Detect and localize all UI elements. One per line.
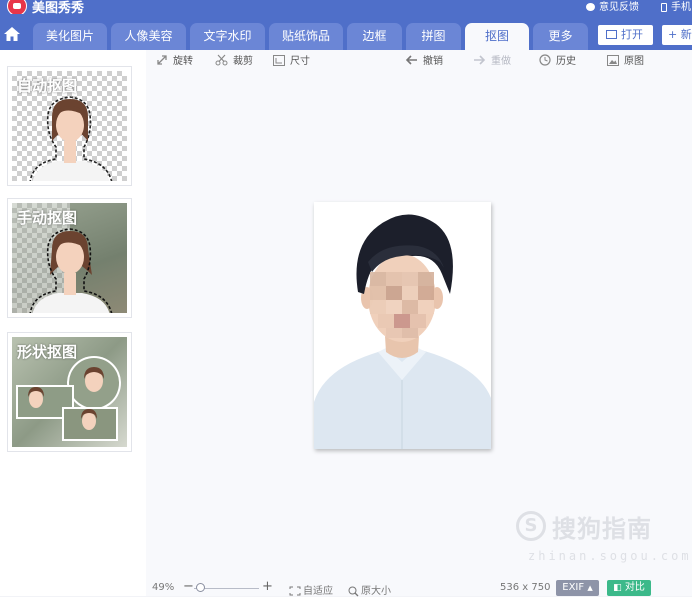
feedback-link[interactable]: 意见反馈: [586, 0, 639, 13]
watermark: S 搜狗指南 zhinan.sogou.com: [516, 509, 689, 569]
portrait-figure: [314, 214, 491, 449]
zoom-level: 49%: [152, 582, 175, 593]
history-label: 历史: [556, 56, 576, 67]
watermark-logo-icon: S: [516, 511, 546, 541]
shape-cutout-label: 形状抠图: [17, 343, 78, 361]
zoom-slider-handle[interactable]: [196, 583, 205, 592]
clock-icon: [539, 54, 551, 66]
compare-icon: ◧: [613, 583, 622, 593]
rotate-icon: [157, 55, 167, 65]
title-bar: 美图秀秀 意见反馈 手机: [0, 0, 692, 14]
picture-icon: [607, 54, 619, 66]
edit-toolbar: 旋转 裁剪 尺寸 撤销 重做 历史 原图: [146, 50, 692, 74]
original-label: 原图: [624, 56, 644, 67]
magnifier-icon: [348, 586, 359, 596]
phone-link[interactable]: 手机: [661, 0, 691, 13]
main-nav: 美化图片 人像美容 文字水印 贴纸饰品 边框 拼图 抠图 更多 打开 + 新: [0, 14, 692, 50]
actual-size-button[interactable]: 原大小: [348, 582, 391, 597]
resize-icon: [273, 54, 285, 66]
image-dimensions: 536 x 750: [500, 582, 551, 593]
caret-up-icon: ▲: [587, 584, 593, 592]
fit-label: 自适应: [303, 586, 333, 597]
fit-screen-icon: [289, 586, 301, 596]
tab-text-watermark[interactable]: 文字水印: [190, 23, 265, 50]
tab-beautify[interactable]: 美化图片: [33, 23, 107, 50]
manual-cutout-card[interactable]: 手动抠图: [7, 198, 132, 318]
chat-bubble-icon: [586, 3, 595, 11]
fit-button[interactable]: 自适应: [289, 582, 333, 597]
open-button[interactable]: 打开: [598, 25, 653, 45]
tab-frames[interactable]: 边框: [347, 23, 402, 50]
app-logo-icon: [7, 0, 27, 14]
size-button[interactable]: 尺寸: [273, 54, 310, 69]
undo-button[interactable]: 撤销: [405, 55, 443, 69]
redo-label: 重做: [491, 56, 511, 67]
home-icon[interactable]: [4, 27, 20, 41]
watermark-url: zhinan.sogou.com: [528, 549, 692, 563]
rotate-label: 旋转: [173, 56, 193, 67]
phone-label: 手机: [671, 2, 691, 13]
auto-cutout-thumbnail: 自动抠图: [12, 71, 127, 181]
tab-cutout[interactable]: 抠图: [465, 23, 529, 50]
tab-collage[interactable]: 拼图: [406, 23, 461, 50]
tab-more[interactable]: 更多: [533, 23, 588, 50]
compare-label: 对比: [624, 582, 645, 593]
crop-label: 裁剪: [233, 56, 253, 67]
shape-cutout-card[interactable]: 形状抠图: [7, 332, 132, 452]
open-label: 打开: [621, 28, 643, 41]
image-canvas[interactable]: S 搜狗指南 zhinan.sogou.com: [146, 74, 692, 576]
tab-stickers[interactable]: 贴纸饰品: [269, 23, 343, 50]
scissors-icon: [215, 54, 228, 66]
phone-icon: [661, 2, 667, 12]
manual-cutout-label: 手动抠图: [17, 209, 78, 227]
zoom-in-button[interactable]: +: [262, 579, 273, 594]
auto-cutout-label: 自动抠图: [17, 77, 78, 95]
new-button[interactable]: + 新: [662, 25, 692, 45]
feedback-label: 意见反馈: [599, 2, 639, 13]
exif-button[interactable]: EXIF ▲: [556, 580, 599, 596]
actual-size-label: 原大小: [361, 586, 391, 597]
portrait-photo: [314, 202, 491, 449]
watermark-text: 搜狗指南: [552, 515, 652, 543]
rotate-button[interactable]: 旋转: [156, 55, 193, 69]
shape-cutout-thumbnail: 形状抠图: [12, 337, 127, 447]
zoom-out-button[interactable]: −: [183, 579, 194, 594]
original-button[interactable]: 原图: [607, 54, 644, 69]
crop-button[interactable]: 裁剪: [215, 54, 253, 69]
auto-cutout-card[interactable]: 自动抠图: [7, 66, 132, 186]
exif-label: EXIF: [562, 582, 585, 593]
size-label: 尺寸: [290, 56, 310, 67]
arrow-right-icon: [474, 55, 486, 65]
redo-button[interactable]: 重做: [473, 55, 511, 69]
tab-portrait[interactable]: 人像美容: [111, 23, 186, 50]
status-bar: 49% − + 自适应 原大小 536 x 750 EXIF ▲ ◧ 对比: [146, 576, 692, 597]
cutout-panel: 自动抠图 手动抠图 形状抠图: [0, 50, 146, 596]
arrow-left-icon: [405, 55, 417, 65]
undo-label: 撤销: [423, 56, 443, 67]
manual-cutout-thumbnail: 手动抠图: [12, 203, 127, 313]
compare-button[interactable]: ◧ 对比: [607, 580, 651, 596]
history-button[interactable]: 历史: [539, 54, 576, 69]
app-title: 美图秀秀: [32, 1, 85, 14]
image-icon: [606, 29, 617, 39]
